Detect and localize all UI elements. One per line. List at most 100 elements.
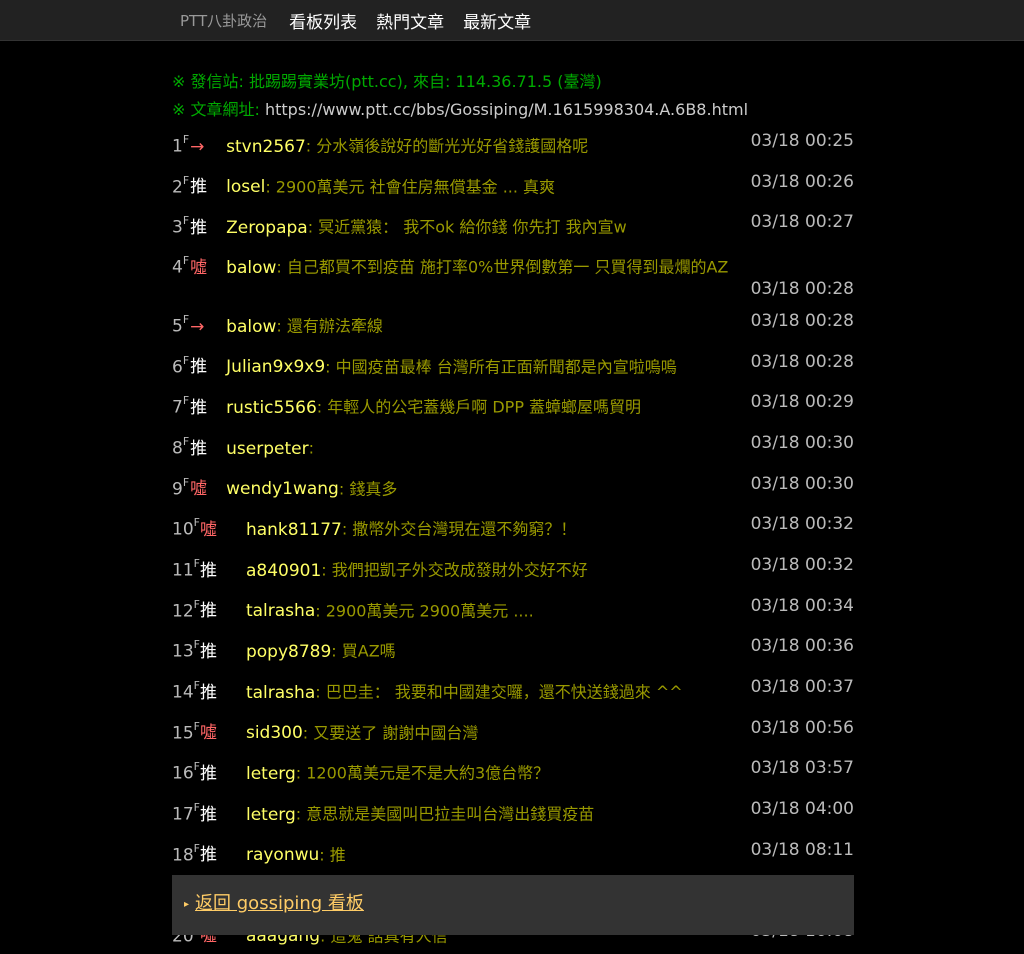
floor-index: 16 bbox=[172, 763, 194, 784]
push-content: : bbox=[308, 438, 314, 458]
push-time: 03/18 03:57 bbox=[750, 758, 854, 779]
floor-number: 5F bbox=[172, 304, 189, 345]
push-row: 12F推 talrasha: 2900萬美元 2900萬美元 .... 03/18 … bbox=[172, 589, 854, 630]
brand-link[interactable]: PTT八卦政治 bbox=[180, 10, 267, 31]
floor-suffix: F bbox=[182, 253, 190, 267]
back-label: 返回 gossiping 看板 bbox=[195, 893, 364, 914]
push-tag: 推 bbox=[199, 682, 217, 703]
push-time: 03/18 00:36 bbox=[750, 636, 854, 657]
push-userid: sid300 bbox=[245, 723, 303, 744]
push-time: 03/18 00:34 bbox=[750, 595, 854, 616]
floor-suffix: F bbox=[193, 516, 200, 530]
push-time: 03/18 00:28 bbox=[750, 310, 854, 331]
floor-suffix: F bbox=[193, 841, 200, 855]
push-tag: 推 bbox=[190, 357, 208, 378]
article-url-link[interactable]: https://www.ptt.cc/bbs/Gossiping/M.16159… bbox=[265, 100, 748, 119]
push-row: 3F推 Zeropapa: 冥近黨猿： 我不ok 給你錢 你先打 我內宣w 03/1… bbox=[172, 205, 854, 246]
push-content: : 自己都買不到疫苗 施打率0%世界倒數第一 只買得到最爛的AZ bbox=[276, 257, 729, 277]
push-content: : 年輕人的公宅蓋幾戶啊 DPP 蓋蟑螂屋嗎貿明 bbox=[316, 397, 642, 417]
push-row: 2F推 losel: 2900萬美元 社會住房無償基金 ... 真爽 03/18 0… bbox=[172, 165, 854, 206]
floor-suffix: F bbox=[193, 719, 200, 733]
push-time: 03/18 00:30 bbox=[750, 473, 854, 494]
push-tag: 噓 bbox=[199, 723, 217, 744]
push-tag: 噓 bbox=[190, 257, 208, 278]
push-tag: 推 bbox=[190, 397, 208, 418]
floor-index: 10 bbox=[172, 519, 194, 540]
back-to-board-link[interactable]: ▸ 返回 gossiping 看板 bbox=[184, 889, 364, 915]
push-time: 03/18 04:00 bbox=[750, 798, 854, 819]
push-tag: 推 bbox=[199, 804, 217, 825]
push-userid: rustic5566 bbox=[226, 397, 317, 418]
floor-index: 4 bbox=[172, 257, 183, 278]
floor-index: 2 bbox=[172, 177, 183, 198]
floor-index: 6 bbox=[172, 357, 183, 378]
push-time: 03/18 00:37 bbox=[750, 676, 854, 697]
floor-suffix: F bbox=[193, 597, 200, 611]
push-content: : 1200萬美元是不是大約3億台幣？ bbox=[295, 763, 550, 783]
floor-index: 1 bbox=[172, 136, 183, 157]
push-row: 1F→ stvn2567: 分水嶺後說好的斷光光好省錢護國格呢 03/18 00:2… bbox=[172, 124, 854, 165]
floor-number: 15F bbox=[172, 711, 200, 752]
floor-suffix: F bbox=[193, 678, 200, 692]
push-tag: 推 bbox=[199, 763, 217, 784]
floor-index: 17 bbox=[172, 804, 194, 825]
floor-number: 7F bbox=[172, 385, 189, 426]
push-content: : 還有辦法牽線 bbox=[276, 316, 383, 336]
push-userid: balow bbox=[226, 257, 277, 278]
floor-suffix: F bbox=[182, 434, 190, 448]
push-row: 14F推 talrasha: 巴巴圭： 我要和中國建交囉，還不快送錢過來 ^^ 03… bbox=[172, 670, 854, 711]
push-time: 03/18 00:28 bbox=[750, 351, 854, 372]
push-userid: leterg bbox=[245, 804, 296, 825]
floor-number: 9F bbox=[172, 467, 189, 508]
nav-latest-articles[interactable]: 最新文章 bbox=[463, 8, 531, 33]
nav-hot-articles[interactable]: 熱門文章 bbox=[376, 8, 444, 33]
article-url-line: ※ 文章網址: https://www.ptt.cc/bbs/Gossiping… bbox=[172, 96, 854, 124]
floor-number: 13F bbox=[172, 629, 200, 670]
nav-board-list[interactable]: 看板列表 bbox=[289, 8, 357, 33]
push-content: : 推 bbox=[319, 845, 346, 865]
push-content: : 中國疫苗最棒 台灣所有正面新聞都是內宣啦嗚嗚 bbox=[325, 357, 677, 377]
push-time: 03/18 00:32 bbox=[750, 514, 854, 535]
floor-suffix: F bbox=[182, 173, 190, 187]
floor-number: 16F bbox=[172, 751, 200, 792]
caret-right-icon: ▸ bbox=[184, 899, 190, 910]
push-userid: wendy1wang bbox=[226, 479, 339, 500]
floor-number: 6F bbox=[172, 345, 189, 386]
floor-index: 9 bbox=[172, 479, 183, 500]
floor-index: 15 bbox=[172, 723, 194, 744]
article-content: ※ 發信站: 批踢踢實業坊(ptt.cc), 來自: 114.36.71.5 (… bbox=[172, 68, 854, 954]
floor-suffix: F bbox=[182, 312, 190, 326]
push-row: 8F推 userpeter: 03/18 00:30 bbox=[172, 426, 854, 467]
push-userid: popy8789 bbox=[245, 641, 332, 662]
push-tag: 推 bbox=[199, 560, 217, 581]
floor-suffix: F bbox=[193, 800, 200, 814]
push-userid: rayonwu bbox=[245, 845, 320, 866]
push-content: : 冥近黨猿： 我不ok 給你錢 你先打 我內宣w bbox=[307, 217, 627, 237]
floor-suffix: F bbox=[182, 214, 190, 228]
floor-number: 4F bbox=[172, 250, 189, 281]
floor-suffix: F bbox=[182, 353, 190, 367]
push-time: 03/18 00:29 bbox=[750, 392, 854, 413]
push-tag: 推 bbox=[199, 601, 217, 622]
push-row: 17F推 leterg: 意思就是美國叫巴拉圭叫台灣出錢買疫苗 03/18 04:0… bbox=[172, 792, 854, 833]
push-content: : 巴巴圭： 我要和中國建交囉，還不快送錢過來 ^^ bbox=[315, 682, 683, 702]
push-time: 03/18 00:56 bbox=[750, 717, 854, 738]
push-tag: 推 bbox=[190, 217, 208, 238]
bottom-bar: ▸ 返回 gossiping 看板 bbox=[172, 875, 854, 935]
push-content: : 我們把凱子外交改成發財外交好不好 bbox=[321, 560, 588, 580]
url-prefix: ※ 文章網址: bbox=[172, 100, 265, 119]
floor-index: 13 bbox=[172, 641, 194, 662]
push-row: 7F推 rustic5566: 年輕人的公宅蓋幾戶啊 DPP 蓋蟑螂屋嗎貿明 03/… bbox=[172, 385, 854, 426]
floor-suffix: F bbox=[182, 133, 190, 146]
push-row: 10F噓 hank81177: 撒幣外交台灣現在還不夠窮？！ 03/18 00:32 bbox=[172, 507, 854, 548]
floor-index: 12 bbox=[172, 601, 194, 622]
push-time: 03/18 00:25 bbox=[750, 131, 854, 151]
push-row: 16F推 leterg: 1200萬美元是不是大約3億台幣？ 03/18 03:57 bbox=[172, 751, 854, 792]
navbar-inner: PTT八卦政治 看板列表 熱門文章 最新文章 bbox=[180, 0, 550, 40]
push-content: : 買AZ嗎 bbox=[331, 641, 396, 661]
push-time: 03/18 00:27 bbox=[750, 212, 854, 233]
floor-number: 10F bbox=[172, 507, 200, 548]
push-tag: 推 bbox=[199, 641, 217, 662]
floor-number: 3F bbox=[172, 205, 189, 246]
push-content: : 撒幣外交台灣現在還不夠窮？！ bbox=[341, 519, 577, 539]
